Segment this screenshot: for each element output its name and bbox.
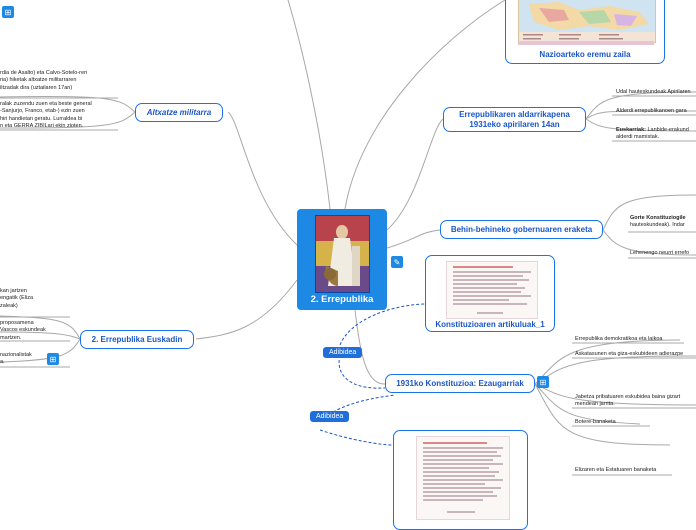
leaf-line: kan jartzen xyxy=(0,288,27,294)
konst-art-card[interactable]: Konstituzioaren artikuluak_1 xyxy=(425,255,555,332)
konst-ezaug-node[interactable]: 1931ko Konstituzioa: Ezaugarriak xyxy=(385,374,535,393)
behinbehineko-node[interactable]: Behin-behineko gobernuaren eraketa xyxy=(440,220,603,239)
euskarriak-text-2: alderdi mamistak. xyxy=(616,134,660,141)
leaf-line: Vascos eskundeak xyxy=(0,327,46,334)
aldarrikapena-label-2: 1931eko apirilaren 14an xyxy=(469,119,560,129)
altxatze-leaf-2[interactable]: ralak zuzendu zuen eta beste general -Sa… xyxy=(0,101,92,131)
map-thumbnail xyxy=(518,0,656,43)
leaf-line: zaleak) xyxy=(0,302,18,309)
altxatze-leaf-1[interactable]: rdia de Asalto) eta Calvo-Sotelo-ren ria… xyxy=(0,70,87,92)
aldarrikapena-label-1: Errepublikaren aldarrikapena xyxy=(459,109,570,119)
adibidea-tag-1[interactable]: Adibidea xyxy=(323,347,363,358)
leaf-line: nazionalistak xyxy=(0,352,32,358)
euskarriak-text: Lanbide-erakund xyxy=(645,127,689,133)
gorte-text: hauteskundeak). Indar xyxy=(630,222,685,229)
leaf-line: n eta GERRA ZIBILari ekin zioten. xyxy=(0,123,84,130)
leaf-line: ria) hiketak altxatze militarraren xyxy=(0,77,77,84)
ezaugarria-3-line-2: mendean jarrita. xyxy=(575,401,615,408)
leaf-line: martzen. xyxy=(0,334,22,341)
nazioarteko-card[interactable]: Nazioarteko eremu zaila xyxy=(505,0,665,64)
ezaugarria-1[interactable]: Errepublika demokratikoa eta laikoa xyxy=(575,336,662,343)
leaf-line: proposamena xyxy=(0,320,34,326)
map-image xyxy=(519,0,655,42)
leaf-line: rdia de Asalto) eta Calvo-Sotelo-ren xyxy=(0,70,88,76)
alderdi-leaf[interactable]: Alderdi errepublikanoen gara xyxy=(616,108,687,115)
adibidea-tag-2[interactable]: Adibidea xyxy=(310,411,350,422)
euskadin-node[interactable]: 2. Errepublika Euskadin xyxy=(80,330,194,349)
bottom-document-card[interactable] xyxy=(393,430,528,530)
hierarchy-icon[interactable]: ⊞ xyxy=(537,376,549,388)
hierarchy-icon[interactable]: ⊞ xyxy=(47,353,59,365)
euskarriak-leaf[interactable]: Euskarriak: Lanbide-erakund alderdi mami… xyxy=(616,127,689,142)
map-footer-bar xyxy=(518,41,654,45)
euskadin-leaf-2[interactable]: proposamena Vascos eskundeak martzen. xyxy=(0,320,46,342)
document-thumbnail xyxy=(416,436,510,520)
leaf-line: ralak zuzendu zuen eta beste general xyxy=(0,101,92,107)
ezaugarria-4[interactable]: Botere-banaketa xyxy=(575,419,616,426)
lehenengo-leaf[interactable]: Lehenengo neurri errefo xyxy=(630,250,689,257)
euskadin-label: 2. Errepublika Euskadin xyxy=(91,334,183,344)
mind-map-canvas: Nazioarteko eremu zaila ⊞ 2. Errepublika… xyxy=(0,0,696,530)
ezaugarria-5[interactable]: Elizaren eta Estatuaren banaketa xyxy=(575,467,656,474)
document-thumbnail xyxy=(446,261,538,319)
leaf-line: iltzadak dira (uztailaren 17an) xyxy=(0,84,73,91)
gorte-leaf[interactable]: Gorte Konstituziogile hauteskundeak). In… xyxy=(630,215,686,230)
behinbehineko-label: Behin-behineko gobernuaren eraketa xyxy=(450,224,593,234)
central-topic[interactable]: 2. Errepublika xyxy=(297,209,387,310)
euskadin-leaf-1[interactable]: kan jartzen engatik (Eliza zaleak) xyxy=(0,288,33,310)
euskarriak-label: Euskarriak: xyxy=(616,127,646,133)
gorte-label: Gorte Konstituziogile xyxy=(630,215,686,221)
leaf-line: engatik (Eliza xyxy=(0,295,34,302)
ezaugarria-3-line-1: Jabetza pribatuaren eskubidea baina giza… xyxy=(575,394,681,400)
ezaugarria-3[interactable]: Jabetza pribatuaren eskubidea baina giza… xyxy=(575,394,680,409)
republic-poster-art xyxy=(316,216,369,292)
central-title: 2. Errepublika xyxy=(310,294,374,305)
aldarrikapena-node[interactable]: Errepublikaren aldarrikapena 1931eko api… xyxy=(443,107,586,132)
leaf-line: hiri handietan geratu. Lurraldea bi xyxy=(0,115,83,122)
euskadin-leaf-3[interactable]: nazionalistak a. xyxy=(0,352,32,367)
hierarchy-icon[interactable]: ⊞ xyxy=(2,6,14,18)
republic-poster-image xyxy=(315,215,370,293)
nazioarteko-label: Nazioarteko eremu zaila xyxy=(539,50,631,59)
konst-art-label: Konstituzioaren artikuluak_1 xyxy=(435,320,545,329)
leaf-line: -Sanjurjo, Franco, etab-) ezin zuen xyxy=(0,108,85,115)
altxatze-label: Altxatze militarra xyxy=(146,107,212,117)
konst-ezaug-label: 1931ko Konstituzioa: Ezaugarriak xyxy=(396,378,524,388)
altxatze-node[interactable]: Altxatze militarra xyxy=(135,103,223,122)
ezaugarria-2[interactable]: Askatasunen eta giza-eskubideen adierazp… xyxy=(575,351,683,358)
udal-leaf[interactable]: Udal hauteskundeak Apirilaren xyxy=(616,89,691,96)
leaf-line: a. xyxy=(0,359,5,366)
note-icon[interactable]: ✎ xyxy=(391,256,403,268)
